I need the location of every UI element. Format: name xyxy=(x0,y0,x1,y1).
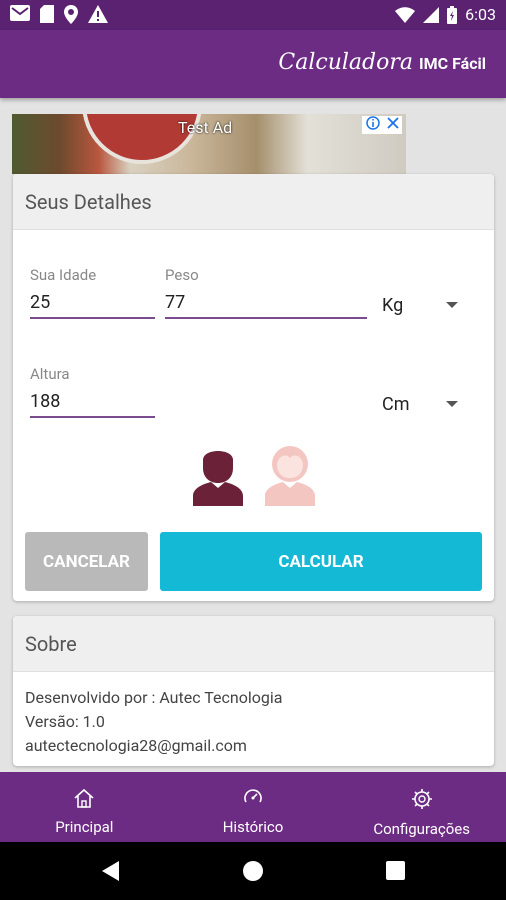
male-icon[interactable] xyxy=(193,444,243,510)
calculate-button[interactable]: CALCULAR xyxy=(160,532,482,591)
back-icon[interactable] xyxy=(102,861,119,881)
nav-principal[interactable]: Principal xyxy=(0,772,169,842)
about-text: Desenvolvido por : Autec Tecnologia Vers… xyxy=(25,686,282,758)
status-bar: 6:03 xyxy=(0,0,506,30)
battery-icon xyxy=(447,5,458,24)
age-input[interactable]: 25 xyxy=(30,292,50,313)
nav-principal-label: Principal xyxy=(55,818,114,836)
height-unit-select[interactable]: Cm xyxy=(382,394,410,415)
ad-banner[interactable]: Test Ad xyxy=(12,114,406,174)
cancel-button[interactable]: CANCELAR xyxy=(25,532,148,591)
age-label: Sua Idade xyxy=(30,266,97,284)
wifi-icon xyxy=(395,6,416,23)
close-icon[interactable] xyxy=(386,117,399,133)
nav-historico-label: Histórico xyxy=(222,818,284,836)
height-input[interactable]: 188 xyxy=(30,391,60,412)
about-email[interactable]: autectecnologia28@gmail.com xyxy=(25,734,282,758)
weight-underline xyxy=(165,317,367,319)
nav-historico[interactable]: Histórico xyxy=(169,772,338,842)
chevron-down-icon[interactable] xyxy=(446,401,458,407)
app-title: Calculadora IMC Fácil xyxy=(278,50,486,75)
nav-configuracoes-label: Configurações xyxy=(373,820,471,838)
app-title-plain: IMC Fácil xyxy=(418,54,486,73)
about-developer: Desenvolvido por : Autec Tecnologia xyxy=(25,688,283,707)
female-icon[interactable] xyxy=(265,444,315,510)
status-time: 6:03 xyxy=(465,5,496,24)
home-button-icon[interactable] xyxy=(243,861,263,881)
location-icon xyxy=(64,5,78,24)
about-header: Sobre xyxy=(13,616,494,672)
about-version: Versão: 1.0 xyxy=(25,712,105,731)
info-icon[interactable] xyxy=(365,116,380,134)
adchoices[interactable] xyxy=(362,116,402,134)
height-underline xyxy=(30,416,155,418)
warning-icon xyxy=(88,5,108,24)
sd-card-icon xyxy=(40,5,54,24)
weight-input[interactable]: 77 xyxy=(165,292,185,313)
history-icon xyxy=(242,788,264,812)
weight-field[interactable]: Peso 77 xyxy=(165,266,367,326)
nav-configuracoes[interactable]: Configurações xyxy=(337,772,506,842)
chevron-down-icon[interactable] xyxy=(446,302,458,308)
height-label: Altura xyxy=(30,365,70,383)
home-icon xyxy=(73,788,95,812)
gmail-icon xyxy=(10,5,30,24)
about-card: Sobre Desenvolvido por : Autec Tecnologi… xyxy=(13,616,494,766)
weight-unit-select[interactable]: Kg xyxy=(382,295,403,316)
system-nav-bar xyxy=(0,842,506,900)
recents-icon[interactable] xyxy=(386,861,405,880)
age-underline xyxy=(30,317,155,319)
app-title-script: Calculadora xyxy=(278,50,413,75)
age-field[interactable]: Sua Idade 25 xyxy=(30,266,155,326)
details-header: Seus Detalhes xyxy=(13,174,494,230)
settings-icon xyxy=(411,788,433,814)
app-bar: Calculadora IMC Fácil xyxy=(0,30,506,98)
bottom-nav: Principal Histórico Configurações xyxy=(0,772,506,842)
ad-label: Test Ad xyxy=(178,118,233,137)
details-card: Seus Detalhes Sua Idade 25 Peso 77 Kg Al… xyxy=(13,174,494,601)
signal-icon xyxy=(423,6,440,23)
height-field[interactable]: Altura 188 xyxy=(30,365,155,425)
weight-label: Peso xyxy=(165,266,199,284)
